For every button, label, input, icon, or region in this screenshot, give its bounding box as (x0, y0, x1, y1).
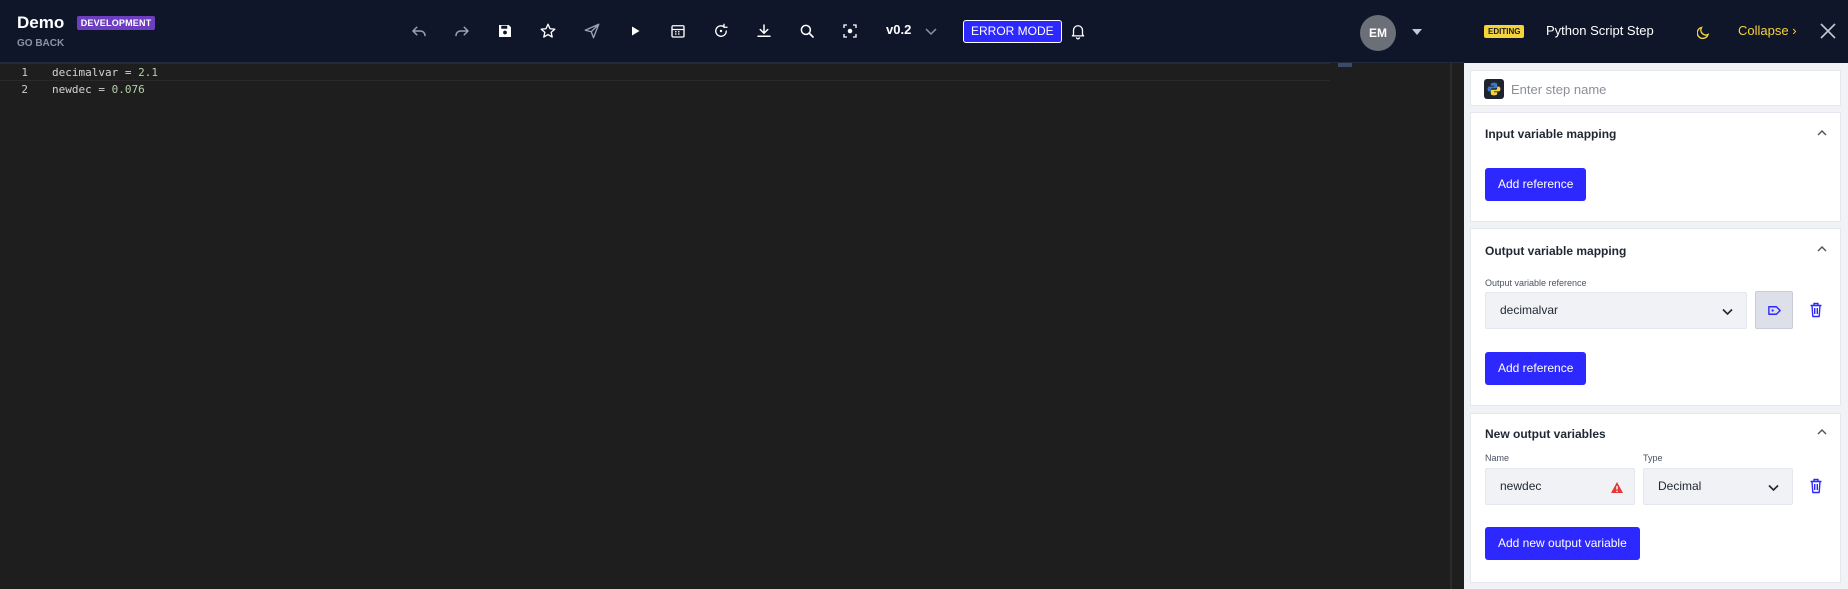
section-title: Input variable mapping (1485, 127, 1617, 141)
code-operator: = (118, 66, 139, 79)
output-variable-mapping-section: Output variable mapping Output variable … (1470, 228, 1841, 406)
environment-badge: DEVELOPMENT (76, 16, 156, 30)
step-name-input[interactable] (1511, 77, 1831, 101)
send-icon[interactable] (581, 20, 603, 42)
panel-header: EDITING Python Script Step Collapse › (1464, 0, 1848, 63)
focus-icon[interactable] (839, 20, 861, 42)
output-name-field[interactable]: newdec (1485, 468, 1635, 505)
error-mode-button[interactable]: ERROR MODE (963, 20, 1062, 43)
python-logo-icon (1484, 79, 1504, 99)
play-icon[interactable] (624, 20, 646, 42)
bell-icon[interactable] (1067, 20, 1089, 42)
chevron-down-icon (1768, 484, 1779, 492)
select-value: decimalvar (1500, 303, 1559, 317)
new-output-variables-section: New output variables Name Type newdec De… (1470, 413, 1841, 583)
panel-title: Python Script Step (1546, 23, 1654, 38)
code-variable: decimalvar (52, 66, 119, 79)
name-label: Name (1485, 453, 1510, 463)
add-input-reference-button[interactable]: Add reference (1485, 168, 1587, 201)
code-number: 0.076 (111, 83, 145, 96)
chevron-down-icon[interactable] (924, 24, 938, 38)
star-icon[interactable] (537, 20, 559, 42)
chevron-up-icon[interactable] (1816, 243, 1828, 255)
output-reference-label: Output variable reference (1485, 278, 1587, 288)
name-value: newdec (1500, 479, 1542, 493)
code-text[interactable]: decimalvar = 2.1 (52, 64, 158, 82)
project-header: Demo DEVELOPMENT (17, 13, 156, 33)
code-operator: = (91, 83, 112, 96)
trash-icon[interactable] (1809, 478, 1823, 494)
output-reference-select[interactable]: decimalvar (1485, 292, 1747, 329)
undo-icon[interactable] (408, 20, 430, 42)
calendar-icon[interactable] (667, 20, 689, 42)
caret-down-icon[interactable] (1410, 26, 1424, 38)
save-icon[interactable] (494, 20, 516, 42)
output-type-select[interactable]: Decimal (1643, 468, 1793, 505)
version-selector[interactable]: v0.2 (886, 22, 911, 37)
chevron-down-icon (1722, 308, 1733, 316)
step-editor-panel: EDITING Python Script Step Collapse › In… (1464, 0, 1848, 589)
code-line[interactable]: 2 newdec = 0.076 (0, 81, 1330, 99)
trash-icon[interactable] (1809, 302, 1823, 318)
moon-icon[interactable] (1697, 23, 1713, 39)
code-editor[interactable]: 1 decimalvar = 2.1 2 newdec = 0.076 (0, 63, 1452, 589)
section-title: Output variable mapping (1485, 244, 1627, 258)
redo-icon[interactable] (451, 20, 473, 42)
code-variable: newdec (52, 83, 92, 96)
add-output-reference-button[interactable]: Add reference (1485, 352, 1587, 385)
panel-gutter (1452, 63, 1464, 589)
code-text[interactable]: newdec = 0.076 (52, 81, 145, 99)
search-icon[interactable] (796, 20, 818, 42)
go-back-link[interactable]: GO BACK (17, 38, 64, 49)
line-number: 1 (21, 66, 28, 79)
refresh-icon[interactable] (710, 20, 732, 42)
tag-button[interactable] (1755, 291, 1793, 329)
input-variable-mapping-section: Input variable mapping Add reference (1470, 112, 1841, 222)
warning-icon (1611, 482, 1623, 493)
chevron-right-icon: › (1792, 23, 1797, 38)
close-icon[interactable] (1819, 22, 1837, 40)
code-line[interactable]: 1 decimalvar = 2.1 (0, 63, 1330, 81)
add-new-output-variable-button[interactable]: Add new output variable (1485, 527, 1640, 560)
select-value: Decimal (1658, 479, 1702, 493)
code-number: 2.1 (138, 66, 158, 79)
download-icon[interactable] (753, 20, 775, 42)
avatar[interactable]: EM (1360, 15, 1396, 51)
minimap[interactable] (1338, 63, 1352, 67)
collapse-button[interactable]: Collapse › (1738, 23, 1797, 38)
top-bar: Demo DEVELOPMENT GO BACK v0.2 ERROR MODE… (0, 0, 1464, 63)
chevron-up-icon[interactable] (1816, 426, 1828, 438)
chevron-up-icon[interactable] (1816, 127, 1828, 139)
tag-icon (1767, 305, 1781, 315)
editing-badge: EDITING (1484, 25, 1525, 38)
project-name: Demo (17, 13, 65, 32)
section-title: New output variables (1485, 427, 1606, 441)
collapse-label: Collapse (1738, 23, 1789, 38)
line-number: 2 (21, 83, 28, 96)
step-name-card (1470, 70, 1841, 106)
type-label: Type (1643, 453, 1663, 463)
